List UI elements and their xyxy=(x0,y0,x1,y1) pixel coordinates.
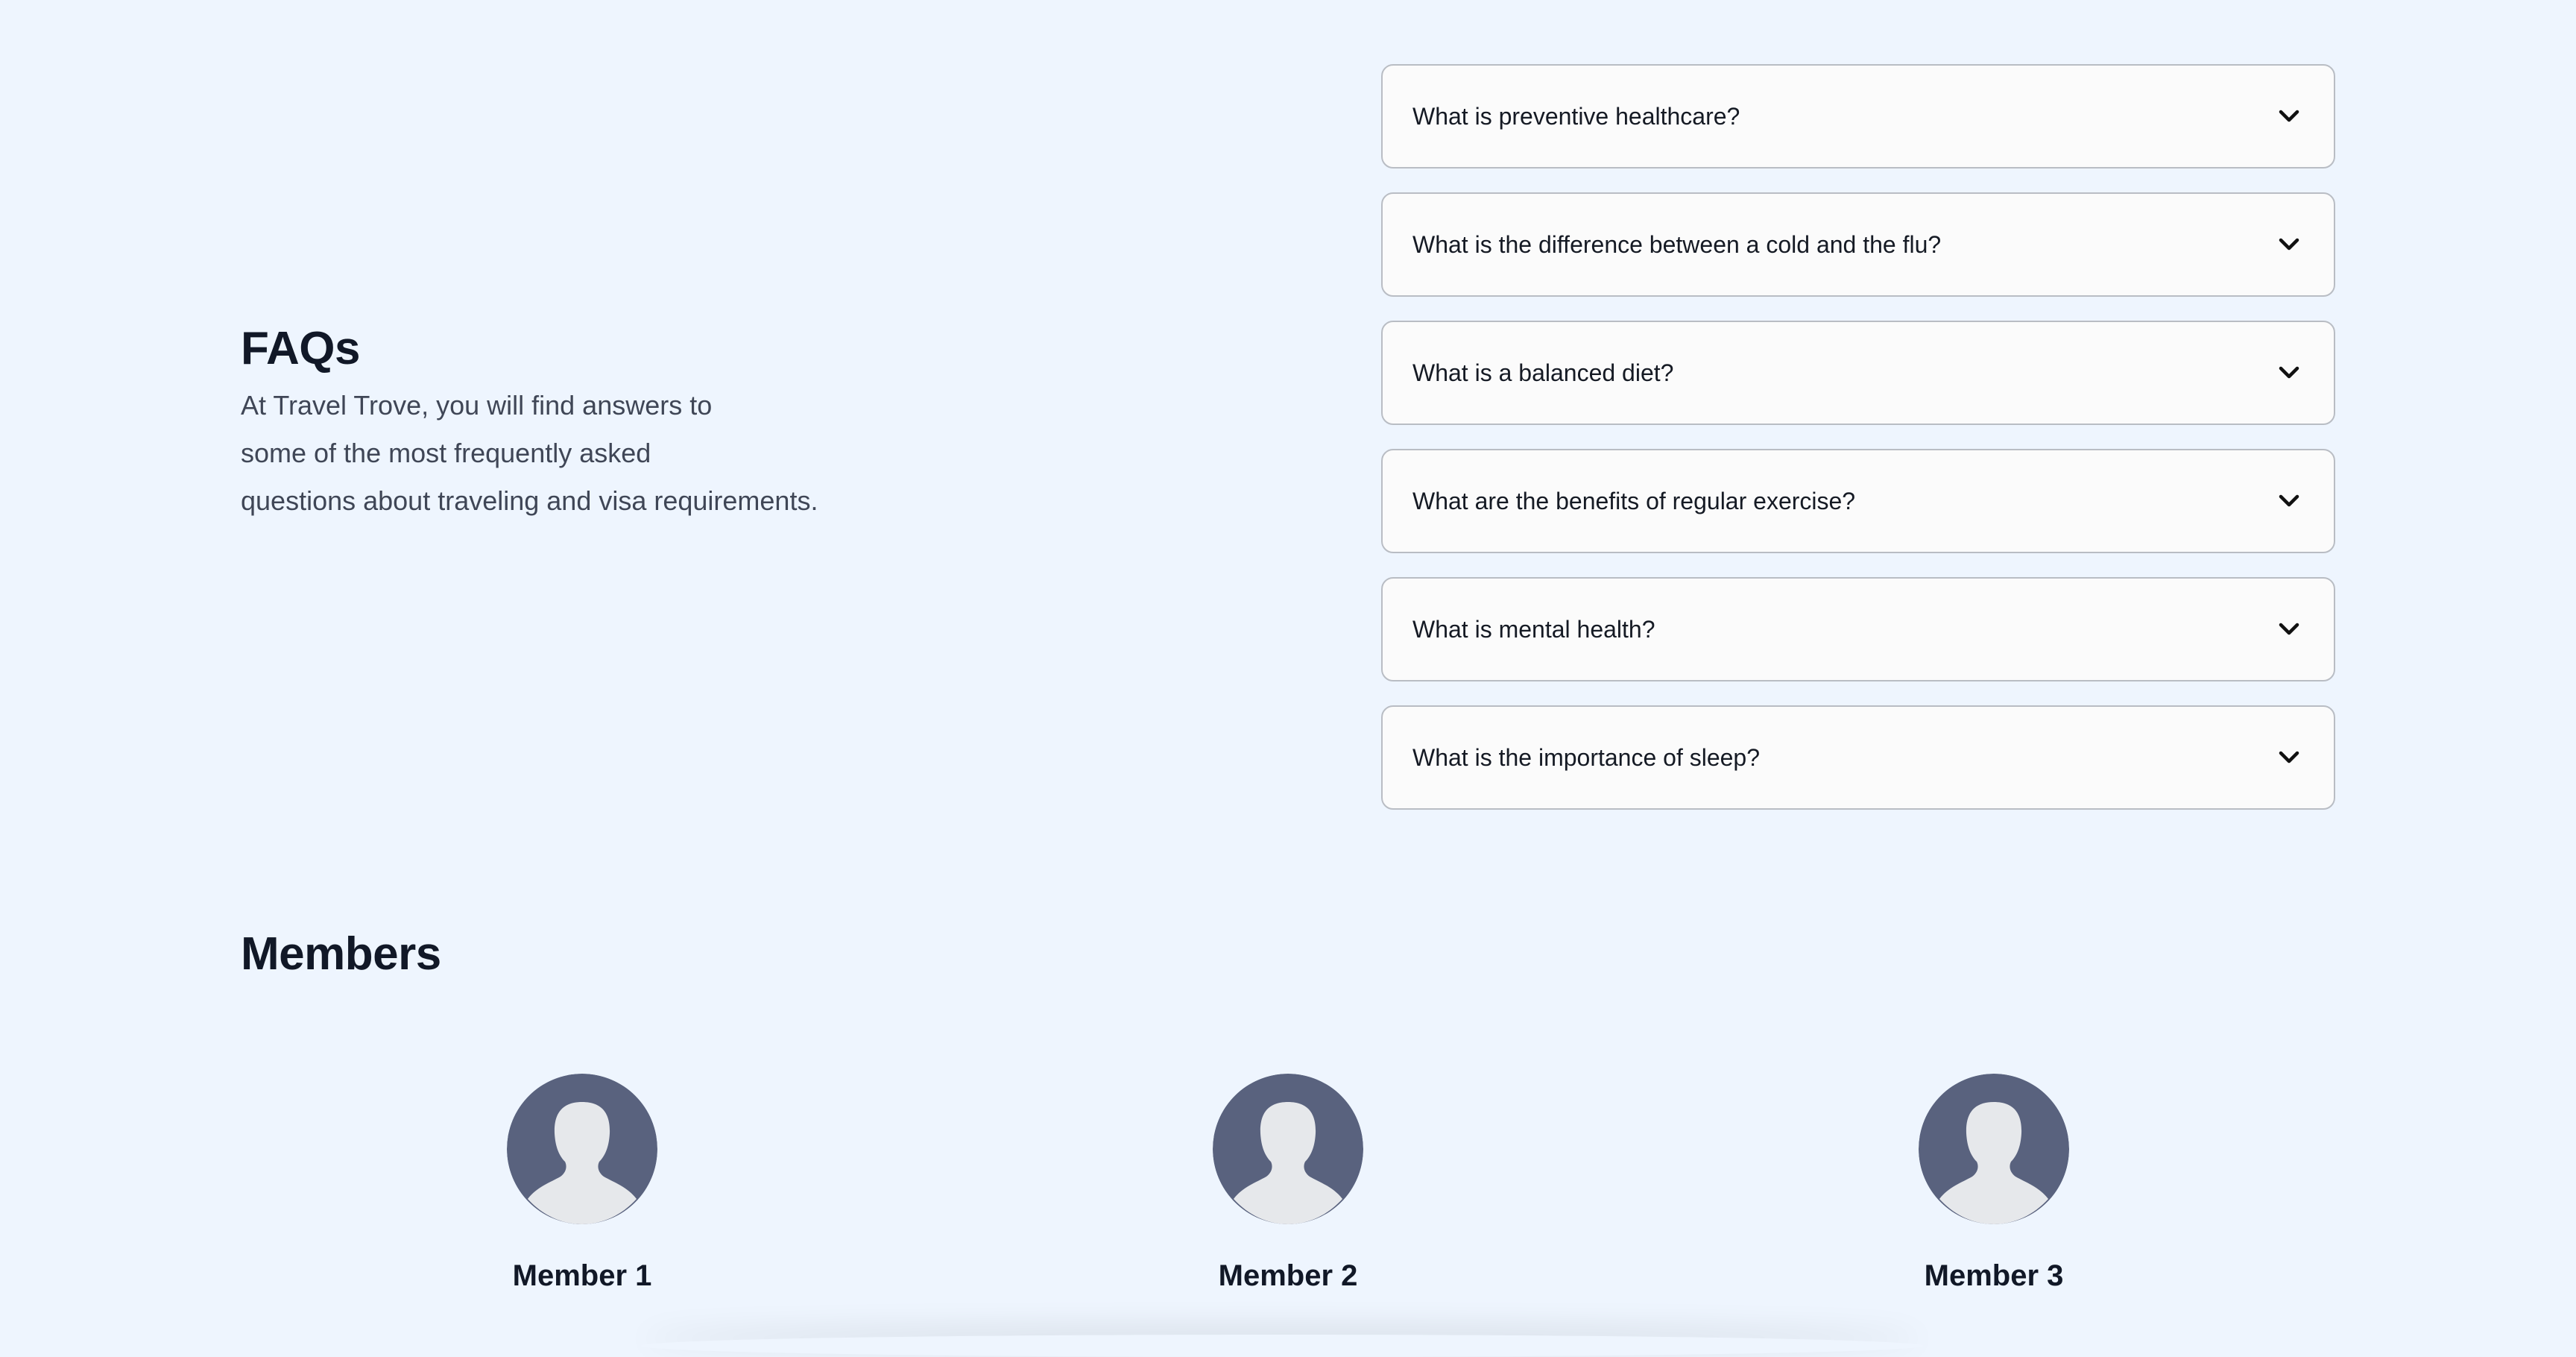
page: FAQs At Travel Trove, you will find answ… xyxy=(0,0,2576,1351)
member-card: Member 3 xyxy=(1808,1074,2180,1294)
member-card: Member 2 xyxy=(1102,1074,1474,1294)
chevron-down-icon[interactable] xyxy=(2274,358,2304,388)
faq-item-regular-exercise[interactable]: What are the benefits of regular exercis… xyxy=(1381,449,2335,553)
faq-question: What is preventive healthcare? xyxy=(1412,102,1740,130)
faq-question: What is the difference between a cold an… xyxy=(1412,230,1942,258)
member-card: Member 1 xyxy=(396,1074,768,1294)
faq-intro: FAQs At Travel Trove, you will find answ… xyxy=(241,316,852,525)
faq-description-line: some of the most frequently asked xyxy=(241,438,651,468)
faq-question: What is a balanced diet? xyxy=(1412,359,1674,386)
user-avatar-icon xyxy=(1919,1074,2069,1224)
member-name: Member 1 xyxy=(512,1259,652,1292)
user-avatar-icon xyxy=(1213,1074,1363,1224)
faq-item-mental-health[interactable]: What is mental health? xyxy=(1381,577,2335,681)
faq-question: What is mental health? xyxy=(1412,615,1655,643)
member-name: Member 2 xyxy=(1218,1259,1358,1292)
faq-item-preventive-healthcare[interactable]: What is preventive healthcare? xyxy=(1381,64,2335,169)
faq-accordion: What is preventive healthcare? What is t… xyxy=(1381,64,2335,834)
chevron-down-icon[interactable] xyxy=(2274,614,2304,644)
chevron-down-icon[interactable] xyxy=(2274,743,2304,772)
chevron-down-icon[interactable] xyxy=(2274,230,2304,259)
faq-item-balanced-diet[interactable]: What is a balanced diet? xyxy=(1381,321,2335,425)
faq-title: FAQs xyxy=(241,323,360,374)
faq-question: What are the benefits of regular exercis… xyxy=(1412,487,1856,514)
bottom-card-shadow xyxy=(641,1335,1923,1357)
user-avatar-icon xyxy=(507,1074,657,1224)
faq-description-line: At Travel Trove, you will find answers t… xyxy=(241,390,713,421)
chevron-down-icon[interactable] xyxy=(2274,101,2304,131)
chevron-down-icon[interactable] xyxy=(2274,486,2304,516)
faq-item-sleep[interactable]: What is the importance of sleep? xyxy=(1381,705,2335,810)
faq-description-line: questions about traveling and visa requi… xyxy=(241,485,818,516)
faq-question: What is the importance of sleep? xyxy=(1412,743,1761,771)
member-name: Member 3 xyxy=(1924,1259,2064,1292)
faq-item-cold-vs-flu[interactable]: What is the difference between a cold an… xyxy=(1381,192,2335,297)
faq-description: At Travel Trove, you will find answers t… xyxy=(241,382,852,525)
members-title: Members xyxy=(241,928,441,980)
